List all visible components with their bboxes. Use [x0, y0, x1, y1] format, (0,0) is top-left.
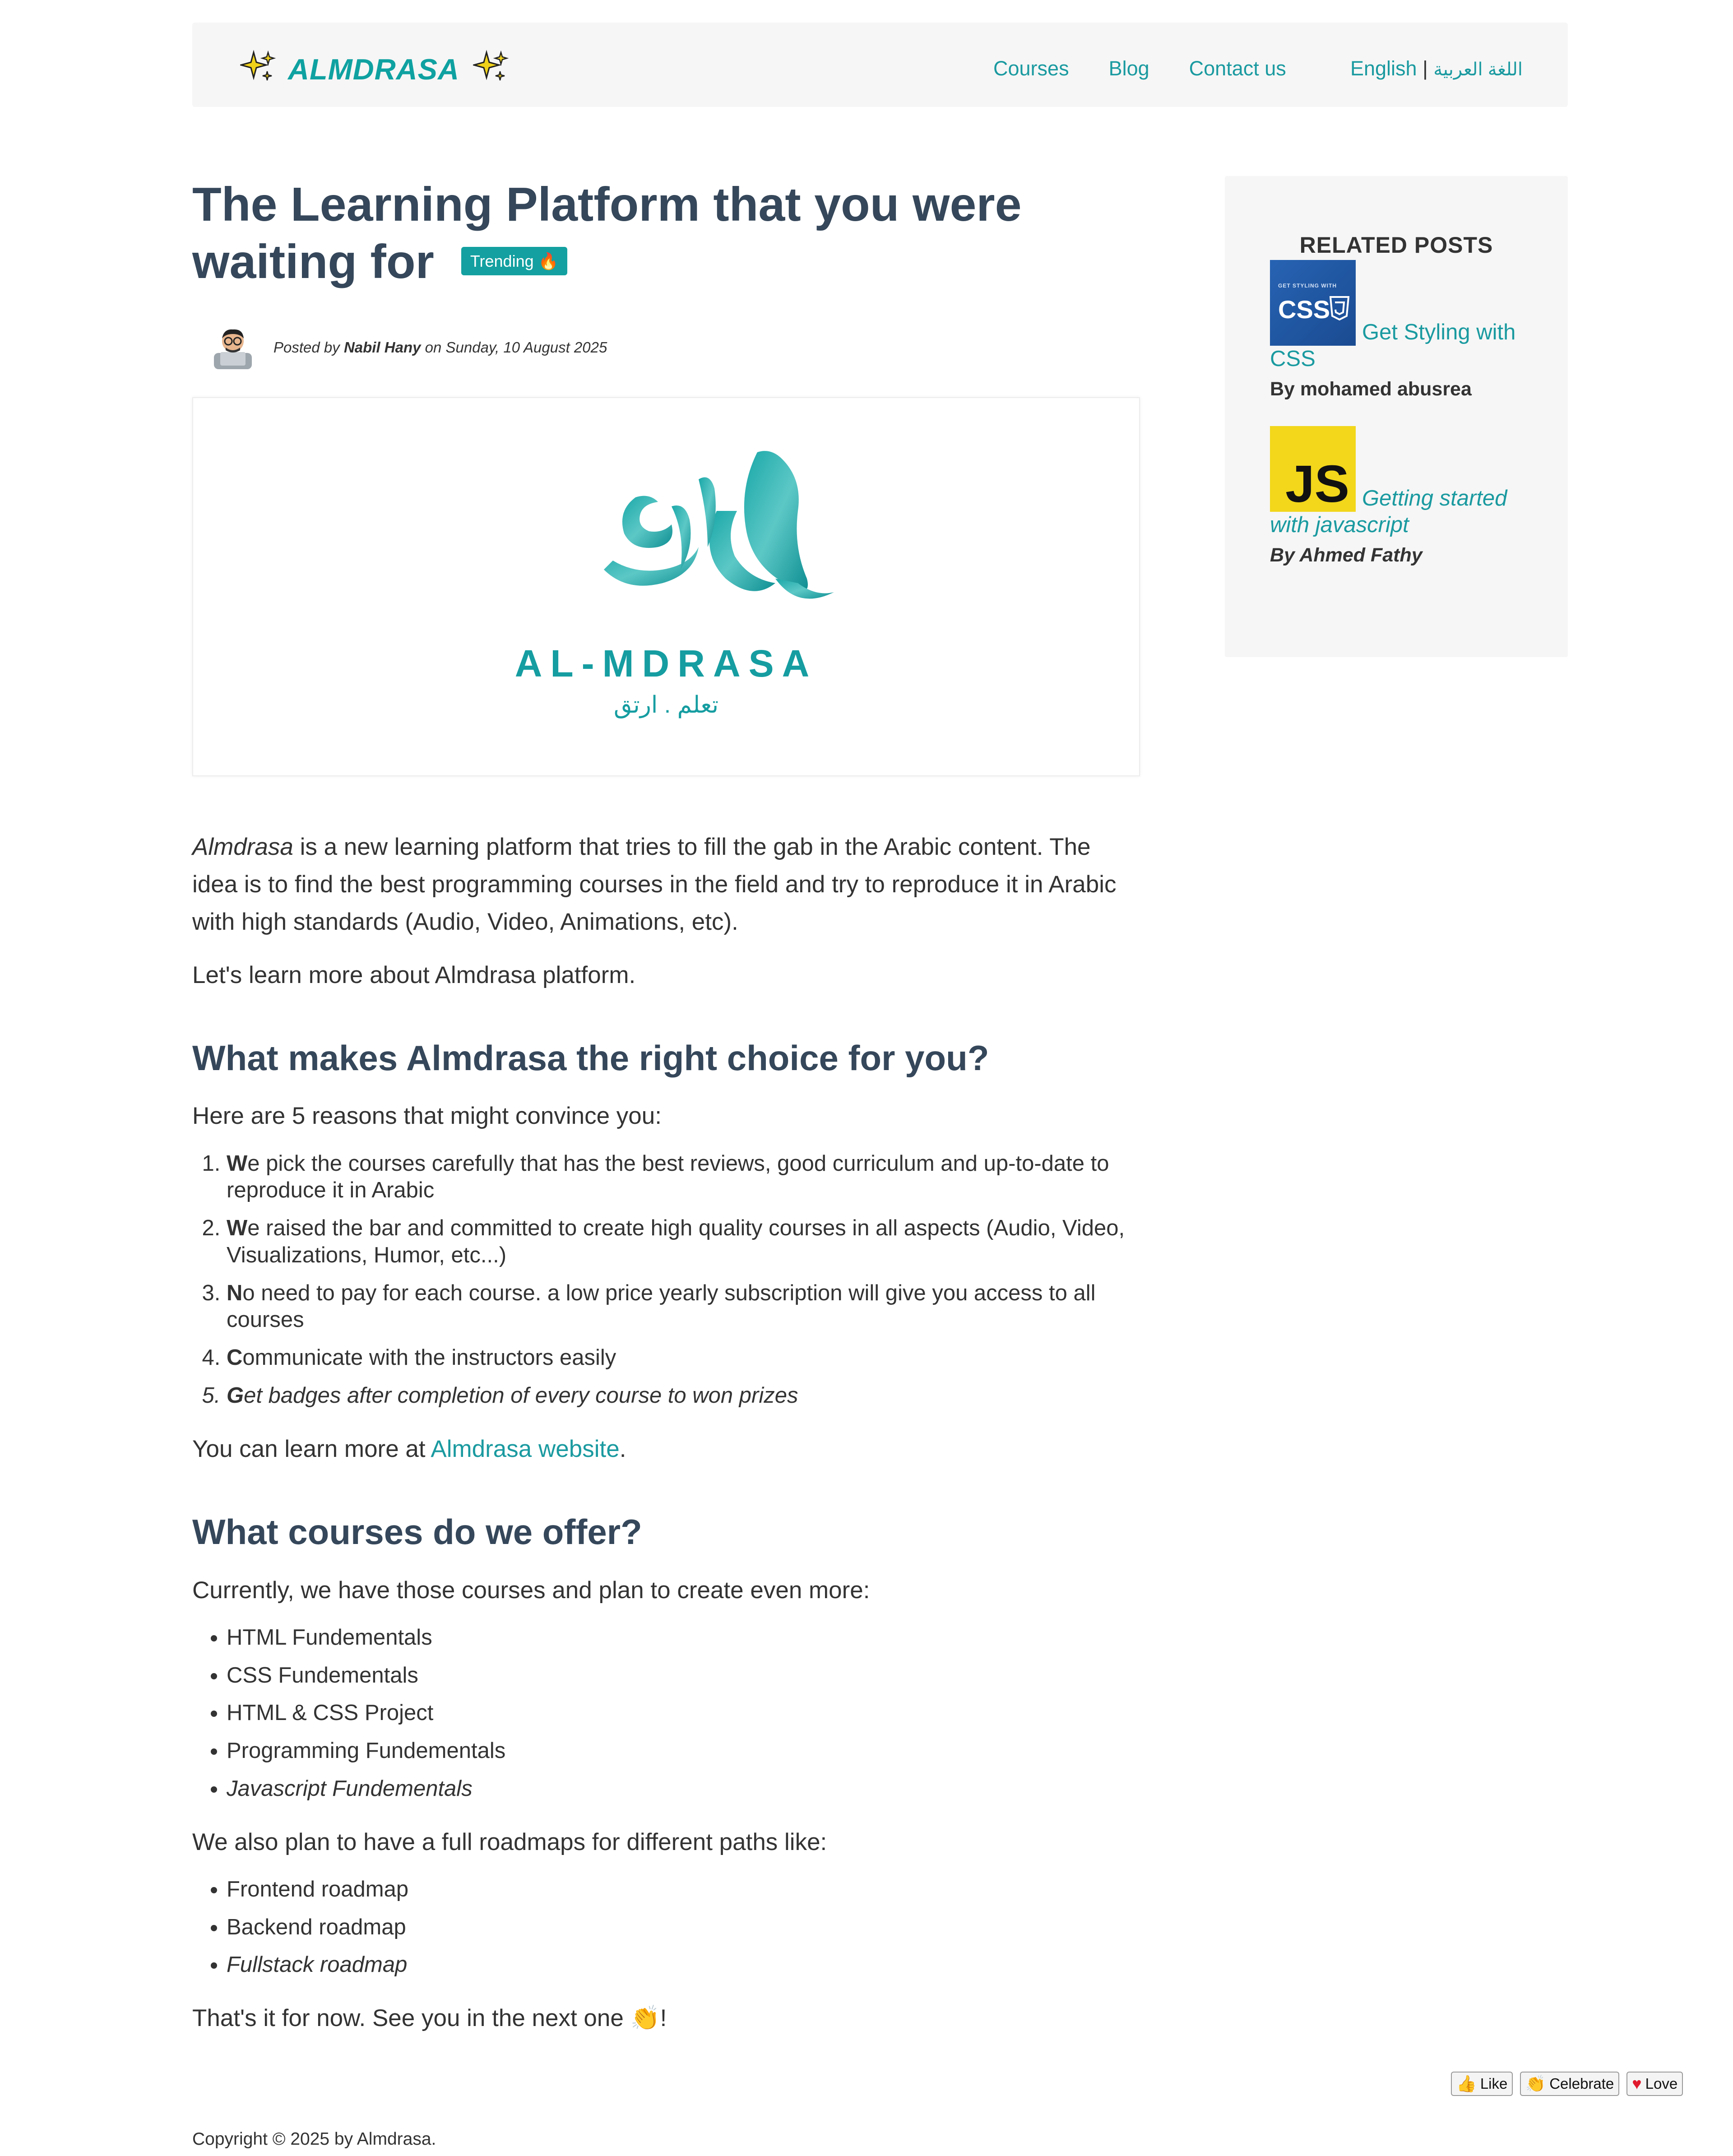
celebrate-button[interactable]: 👏 Celebrate	[1520, 2072, 1620, 2096]
related-post-author: By Ahmed Fathy	[1270, 544, 1423, 566]
intro-text: is a new learning platform that tries to…	[192, 834, 1117, 936]
author-avatar[interactable]	[210, 325, 255, 370]
thumbs-up-icon: 👍	[1456, 2074, 1477, 2093]
nav-courses-link[interactable]: Courses	[993, 57, 1069, 80]
roadmaps-list: Frontend roadmap Backend roadmap Fullsta…	[192, 1876, 1140, 1979]
like-button[interactable]: 👍 Like	[1451, 2072, 1513, 2096]
sparkles-icon	[471, 49, 509, 89]
reaction-bar: 👍 Like 👏 Celebrate ♥ Love	[1451, 2072, 1683, 2096]
list-item: No need to pay for each course. a low pr…	[227, 1280, 1140, 1334]
dropcap: W	[227, 1151, 248, 1176]
intro-brand: Almdrasa	[192, 834, 293, 860]
list-item: HTML & CSS Project	[227, 1700, 1140, 1727]
css3-shield-icon	[1330, 296, 1349, 320]
list-item: Fullstack roadmap	[227, 1952, 1140, 1979]
related-posts-heading: RELATED POSTS	[1299, 232, 1493, 258]
learn-more-paragraph: You can learn more at Almdrasa website.	[192, 1430, 1140, 1468]
related-post-css: GET STYLING WITH CSS Get Styling with CS…	[1270, 260, 1532, 401]
post-main: The Learning Platform that you were wait…	[192, 176, 1140, 2031]
hero-logo-text: AL-MDRASA	[514, 642, 818, 685]
post-meta: Posted by Nabil Hany on Sunday, 10 Augus…	[192, 325, 607, 370]
outro-text: That's it for now. See you in the next o…	[192, 2005, 624, 2032]
almdrasa-calligraphy-logo	[604, 451, 834, 599]
list-item: Javascript Fundementals	[227, 1776, 1140, 1803]
dropcap: W	[227, 1216, 248, 1241]
thumb-big-text: CSS	[1278, 295, 1330, 324]
list-item: Communicate with the instructors easily	[227, 1345, 1140, 1372]
related-post-link[interactable]: GET STYLING WITH CSS Get Styling with CS…	[1270, 260, 1515, 371]
love-button[interactable]: ♥ Love	[1626, 2072, 1683, 2096]
on-label: on	[425, 339, 442, 356]
clap-icon: 👏	[1525, 2074, 1546, 2093]
reasons-intro: Here are 5 reasons that might convince y…	[192, 1103, 662, 1130]
list-item: We pick the courses carefully that has t…	[227, 1150, 1140, 1205]
post-date: Sunday, 10 August 2025	[445, 339, 607, 356]
dropcap: C	[227, 1345, 243, 1370]
section-heading-why: What makes Almdrasa the right choice for…	[192, 1038, 989, 1078]
main-nav: Courses Blog Contact us	[993, 57, 1326, 80]
trending-badge: Trending 🔥	[461, 246, 568, 275]
reason-text: o need to pay for each course. a low pri…	[227, 1280, 1096, 1332]
outro-end: !	[660, 2005, 667, 2032]
lang-separator: |	[1423, 57, 1428, 80]
love-label: Love	[1645, 2075, 1678, 2092]
brand-logo[interactable]: ALMDRASA	[238, 49, 509, 89]
thumb-big-text: JS	[1285, 454, 1349, 513]
sparkles-icon	[238, 49, 276, 89]
like-label: Like	[1480, 2075, 1508, 2092]
post-title-text: The Learning Platform that you were wait…	[192, 178, 1022, 289]
roadmaps-intro: We also plan to have a full roadmaps for…	[192, 1828, 827, 1855]
js-thumbnail: JS	[1270, 426, 1356, 512]
brand-name: ALMDRASA	[288, 52, 459, 86]
hero-image: AL-MDRASA تعلم . ارتق	[192, 397, 1140, 776]
waving-hands-icon: 👏	[630, 2005, 660, 2032]
heart-icon: ♥	[1632, 2074, 1642, 2093]
reasons-list: We pick the courses carefully that has t…	[192, 1150, 1140, 1410]
trending-badge-label: Trending	[470, 251, 534, 270]
courses-list: HTML Fundementals CSS Fundementals HTML …	[192, 1624, 1140, 1803]
dropcap: G	[227, 1383, 244, 1408]
posted-by-label: Posted by	[273, 339, 340, 356]
reason-text: e raised the bar and committed to create…	[227, 1216, 1125, 1267]
learn-more-text: You can learn more at	[192, 1435, 431, 1462]
intro-paragraph: Almdrasa is a new learning platform that…	[192, 828, 1140, 941]
language-switcher: English | اللغة العربية	[1350, 57, 1523, 80]
period: .	[619, 1435, 626, 1462]
author-name: Nabil Hany	[343, 339, 421, 356]
thumb-small-text: GET STYLING WITH	[1278, 283, 1337, 289]
celebrate-label: Celebrate	[1549, 2075, 1614, 2092]
post-body: Almdrasa is a new learning platform that…	[192, 828, 1140, 2052]
dropcap: N	[227, 1280, 243, 1305]
post-title: The Learning Platform that you were wait…	[192, 176, 1140, 291]
reason-text: ommunicate with the instructors easily	[242, 1345, 616, 1370]
hero-logo-tagline: تعلم . ارتق	[613, 692, 719, 718]
related-posts-sidebar: RELATED POSTS GET STYLING WITH CSS Get S…	[1225, 176, 1568, 657]
courses-intro: Currently, we have those courses and pla…	[192, 1576, 870, 1604]
list-item: Get badges after completion of every cou…	[227, 1382, 1140, 1410]
nav-blog-link[interactable]: Blog	[1109, 57, 1149, 80]
list-item: Frontend roadmap	[227, 1876, 1140, 1903]
section-heading-courses: What courses do we offer?	[192, 1512, 642, 1552]
site-footer: Copyright © 2025 by Almdrasa.	[192, 2129, 436, 2149]
related-post-author: By mohamed abusrea	[1270, 378, 1472, 400]
reason-text: et badges after completion of every cour…	[244, 1383, 798, 1408]
reason-text: e pick the courses carefully that has th…	[227, 1151, 1109, 1203]
lang-english-link[interactable]: English	[1350, 57, 1417, 80]
almdrasa-website-link[interactable]: Almdrasa website	[431, 1436, 619, 1462]
list-item: Backend roadmap	[227, 1914, 1140, 1941]
related-post-link[interactable]: JS Getting started with javascript	[1270, 426, 1507, 537]
list-item: CSS Fundementals	[227, 1662, 1140, 1689]
css-thumbnail: GET STYLING WITH CSS	[1270, 260, 1356, 346]
lang-arabic-link[interactable]: اللغة العربية	[1433, 60, 1523, 79]
related-post-js: JS Getting started with javascript By Ah…	[1270, 426, 1532, 567]
list-item: Programming Fundementals	[227, 1738, 1140, 1765]
site-header: ALMDRASA Courses Blog Contact us English…	[192, 23, 1568, 107]
nav-contact-link[interactable]: Contact us	[1189, 57, 1286, 80]
outro-paragraph: That's it for now. See you in the next o…	[192, 1999, 1140, 2037]
list-item: HTML Fundementals	[227, 1624, 1140, 1651]
list-item: We raised the bar and committed to creat…	[227, 1215, 1140, 1269]
intro-paragraph-2: Let's learn more about Almdrasa platform…	[192, 961, 636, 988]
fire-icon: 🔥	[538, 251, 559, 270]
